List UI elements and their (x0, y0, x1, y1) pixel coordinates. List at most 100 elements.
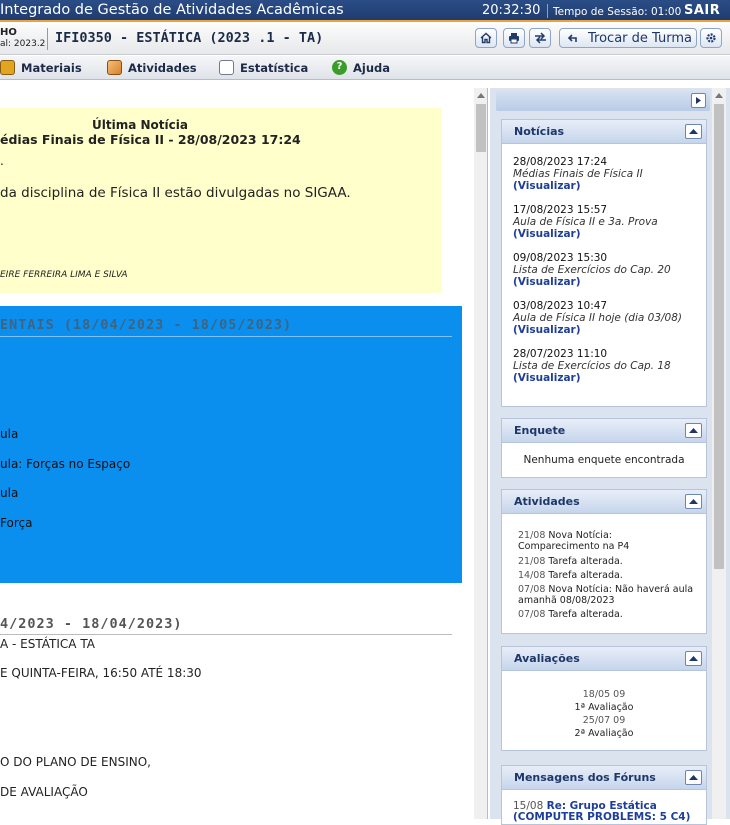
news-view-link[interactable]: (Visualizar) (513, 324, 682, 336)
topic-line[interactable]: ula (0, 427, 18, 441)
topic-divider (0, 336, 452, 337)
poll-empty-message: Nenhuma enquete encontrada (523, 454, 685, 466)
collapse-button[interactable] (685, 423, 702, 438)
evaluations-panel: Avaliações 18/05 09 1ª Avaliação 25/07 0… (501, 646, 707, 751)
switch-button[interactable] (529, 28, 551, 48)
panel-header: Avaliações (502, 647, 706, 671)
activity-text: amanhã 08/08/2023 (518, 595, 615, 606)
course-title: IFI0350 - ESTÁTICA (2023 .1 - TA) (55, 30, 324, 46)
latest-news-header: Última Notícia (92, 118, 188, 132)
news-view-link[interactable]: (Visualizar) (513, 228, 658, 240)
topic-line: E QUINTA-FEIRA, 16:50 ATÉ 18:30 (0, 666, 202, 680)
news-date: 28/07/2023 11:10 (513, 348, 608, 360)
latest-news-title: édias Finais de Física II - 28/08/2023 1… (0, 132, 301, 147)
evaluation-name: 1ª Avaliação (574, 702, 634, 713)
panel-title: Enquete (514, 424, 566, 437)
menu-materiais[interactable]: Materiais (0, 60, 82, 75)
news-view-link[interactable]: (Visualizar) (513, 372, 671, 384)
settings-button[interactable] (700, 28, 722, 48)
topic-line: DE AVALIAÇÃO (0, 785, 88, 799)
scroll-up-icon[interactable] (715, 93, 723, 98)
gear-icon (706, 33, 716, 43)
latest-news-text: da disciplina de Física II estão divulga… (0, 185, 351, 201)
activity-date: 07/08 (518, 584, 546, 595)
activity-date: 14/08 (518, 570, 546, 581)
collapse-button[interactable] (685, 770, 702, 785)
activity-item: 21/08 Nova Notícia: Comparecimento na P4 (518, 530, 629, 552)
latest-news-author: EIRE FERREIRA LIMA E SILVA (0, 270, 128, 280)
activity-text: Tarefa alterada. (548, 556, 623, 567)
activity-text: Comparecimento na P4 (518, 541, 630, 552)
printer-icon (509, 33, 519, 44)
topic-highlighted: ENTAIS (18/04/2023 - 18/05/2023) ula ula… (0, 306, 462, 583)
activity-text: Tarefa alterada. (548, 609, 623, 620)
document-icon (219, 60, 234, 75)
change-class-button[interactable]: Trocar de Turma (559, 28, 697, 48)
news-title: Aula de Física II e 3a. Prova (513, 216, 658, 228)
evaluation-item: 25/07 09 2ª Avaliação (502, 714, 706, 740)
forum-item[interactable]: 15/08 Re: Grupo Estática (COMPUTER PROBL… (513, 801, 690, 823)
evaluation-item: 18/05 09 1ª Avaliação (502, 688, 706, 714)
scroll-thumb[interactable] (476, 104, 486, 152)
news-title: Médias Finais de Física II (513, 168, 643, 180)
panel-header: Mensagens dos Fóruns (502, 766, 706, 790)
topic-line[interactable]: ula (0, 486, 18, 500)
news-date: 17/08/2023 15:57 (513, 204, 608, 216)
news-title: Aula de Física II hoje (dia 03/08) (513, 312, 683, 324)
topic-line[interactable]: Força (0, 516, 32, 530)
forum-title[interactable]: (COMPUTER PROBLEMS: 5 C4) (513, 811, 690, 823)
menu-atividades[interactable]: Atividades (107, 60, 197, 75)
back-arrow-icon (567, 34, 577, 42)
news-panel: Notícias 28/08/2023 17:24 Médias Finais … (501, 119, 707, 407)
topic-divider (0, 634, 452, 635)
collapse-button[interactable] (685, 124, 702, 139)
topic-line: O DO PLANO DE ENSINO, (0, 755, 151, 769)
session-timer: Tempo de Sessão: 01:00 (553, 6, 682, 18)
home-button[interactable] (475, 28, 497, 48)
news-date: 09/08/2023 15:30 (513, 252, 608, 264)
sidebar-expand-button[interactable] (691, 93, 706, 108)
poll-panel: Enquete Nenhuma enquete encontrada (501, 418, 707, 478)
activity-item: 07/08 Tarefa alterada. (518, 609, 623, 620)
activity-text: Tarefa alterada. (548, 570, 623, 581)
sidebar: Notícias 28/08/2023 17:24 Médias Finais … (490, 88, 730, 825)
sidebar-scrollbar[interactable] (712, 88, 726, 819)
menu-estatistica[interactable]: Estatística (219, 60, 308, 75)
latest-news-box: Última Notícia édias Finais de Física II… (0, 108, 442, 293)
collapse-button[interactable] (685, 651, 702, 666)
collapse-button[interactable] (685, 494, 702, 509)
activity-text: Nova Notícia: (548, 530, 612, 541)
scroll-up-icon[interactable] (477, 93, 485, 98)
news-view-link[interactable]: (Visualizar) (513, 276, 671, 288)
news-item: 03/08/2023 10:47 Aula de Física II hoje … (513, 300, 682, 336)
news-view-link[interactable]: (Visualizar) (513, 180, 643, 192)
print-button[interactable] (503, 28, 525, 48)
activity-date: 07/08 (518, 609, 546, 620)
menu-ajuda[interactable]: ? Ajuda (332, 60, 390, 75)
books-icon (0, 60, 15, 75)
change-class-label: Trocar de Turma (588, 30, 692, 46)
menu-label: Materiais (21, 60, 82, 75)
main-scrollbar[interactable] (474, 88, 487, 819)
topic-line[interactable]: ula: Forças no Espaço (0, 457, 130, 471)
news-title: Lista de Exercícios do Cap. 20 (513, 264, 671, 276)
news-item: 28/07/2023 11:10 Lista de Exercícios do … (513, 348, 671, 384)
forums-panel: Mensagens dos Fóruns 15/08 Re: Grupo Est… (501, 765, 707, 825)
logout-link[interactable]: SAIR (684, 3, 720, 18)
news-date: 03/08/2023 10:47 (513, 300, 608, 312)
panel-title: Mensagens dos Fóruns (514, 771, 656, 784)
evaluation-date: 18/05 09 (582, 689, 626, 700)
activity-item: 07/08 Nova Notícia: Não haverá aula aman… (518, 584, 693, 606)
chevron-up-icon (689, 656, 698, 661)
activities-panel: Atividades 21/08 Nova Notícia: Compareci… (501, 489, 707, 634)
topic-heading: 4/2023 - 18/04/2023) (0, 616, 183, 632)
arrow-right-icon (696, 97, 701, 104)
chevron-up-icon (689, 428, 698, 433)
news-title: Lista de Exercícios do Cap. 18 (513, 360, 671, 372)
panel-title: Atividades (514, 495, 580, 508)
semester-label: al: 2023.2 (0, 39, 46, 49)
panel-title: Notícias (514, 125, 565, 138)
scroll-thumb[interactable] (714, 104, 724, 569)
clock: 20:32:30 (482, 3, 541, 18)
activity-date: 21/08 (518, 530, 546, 541)
